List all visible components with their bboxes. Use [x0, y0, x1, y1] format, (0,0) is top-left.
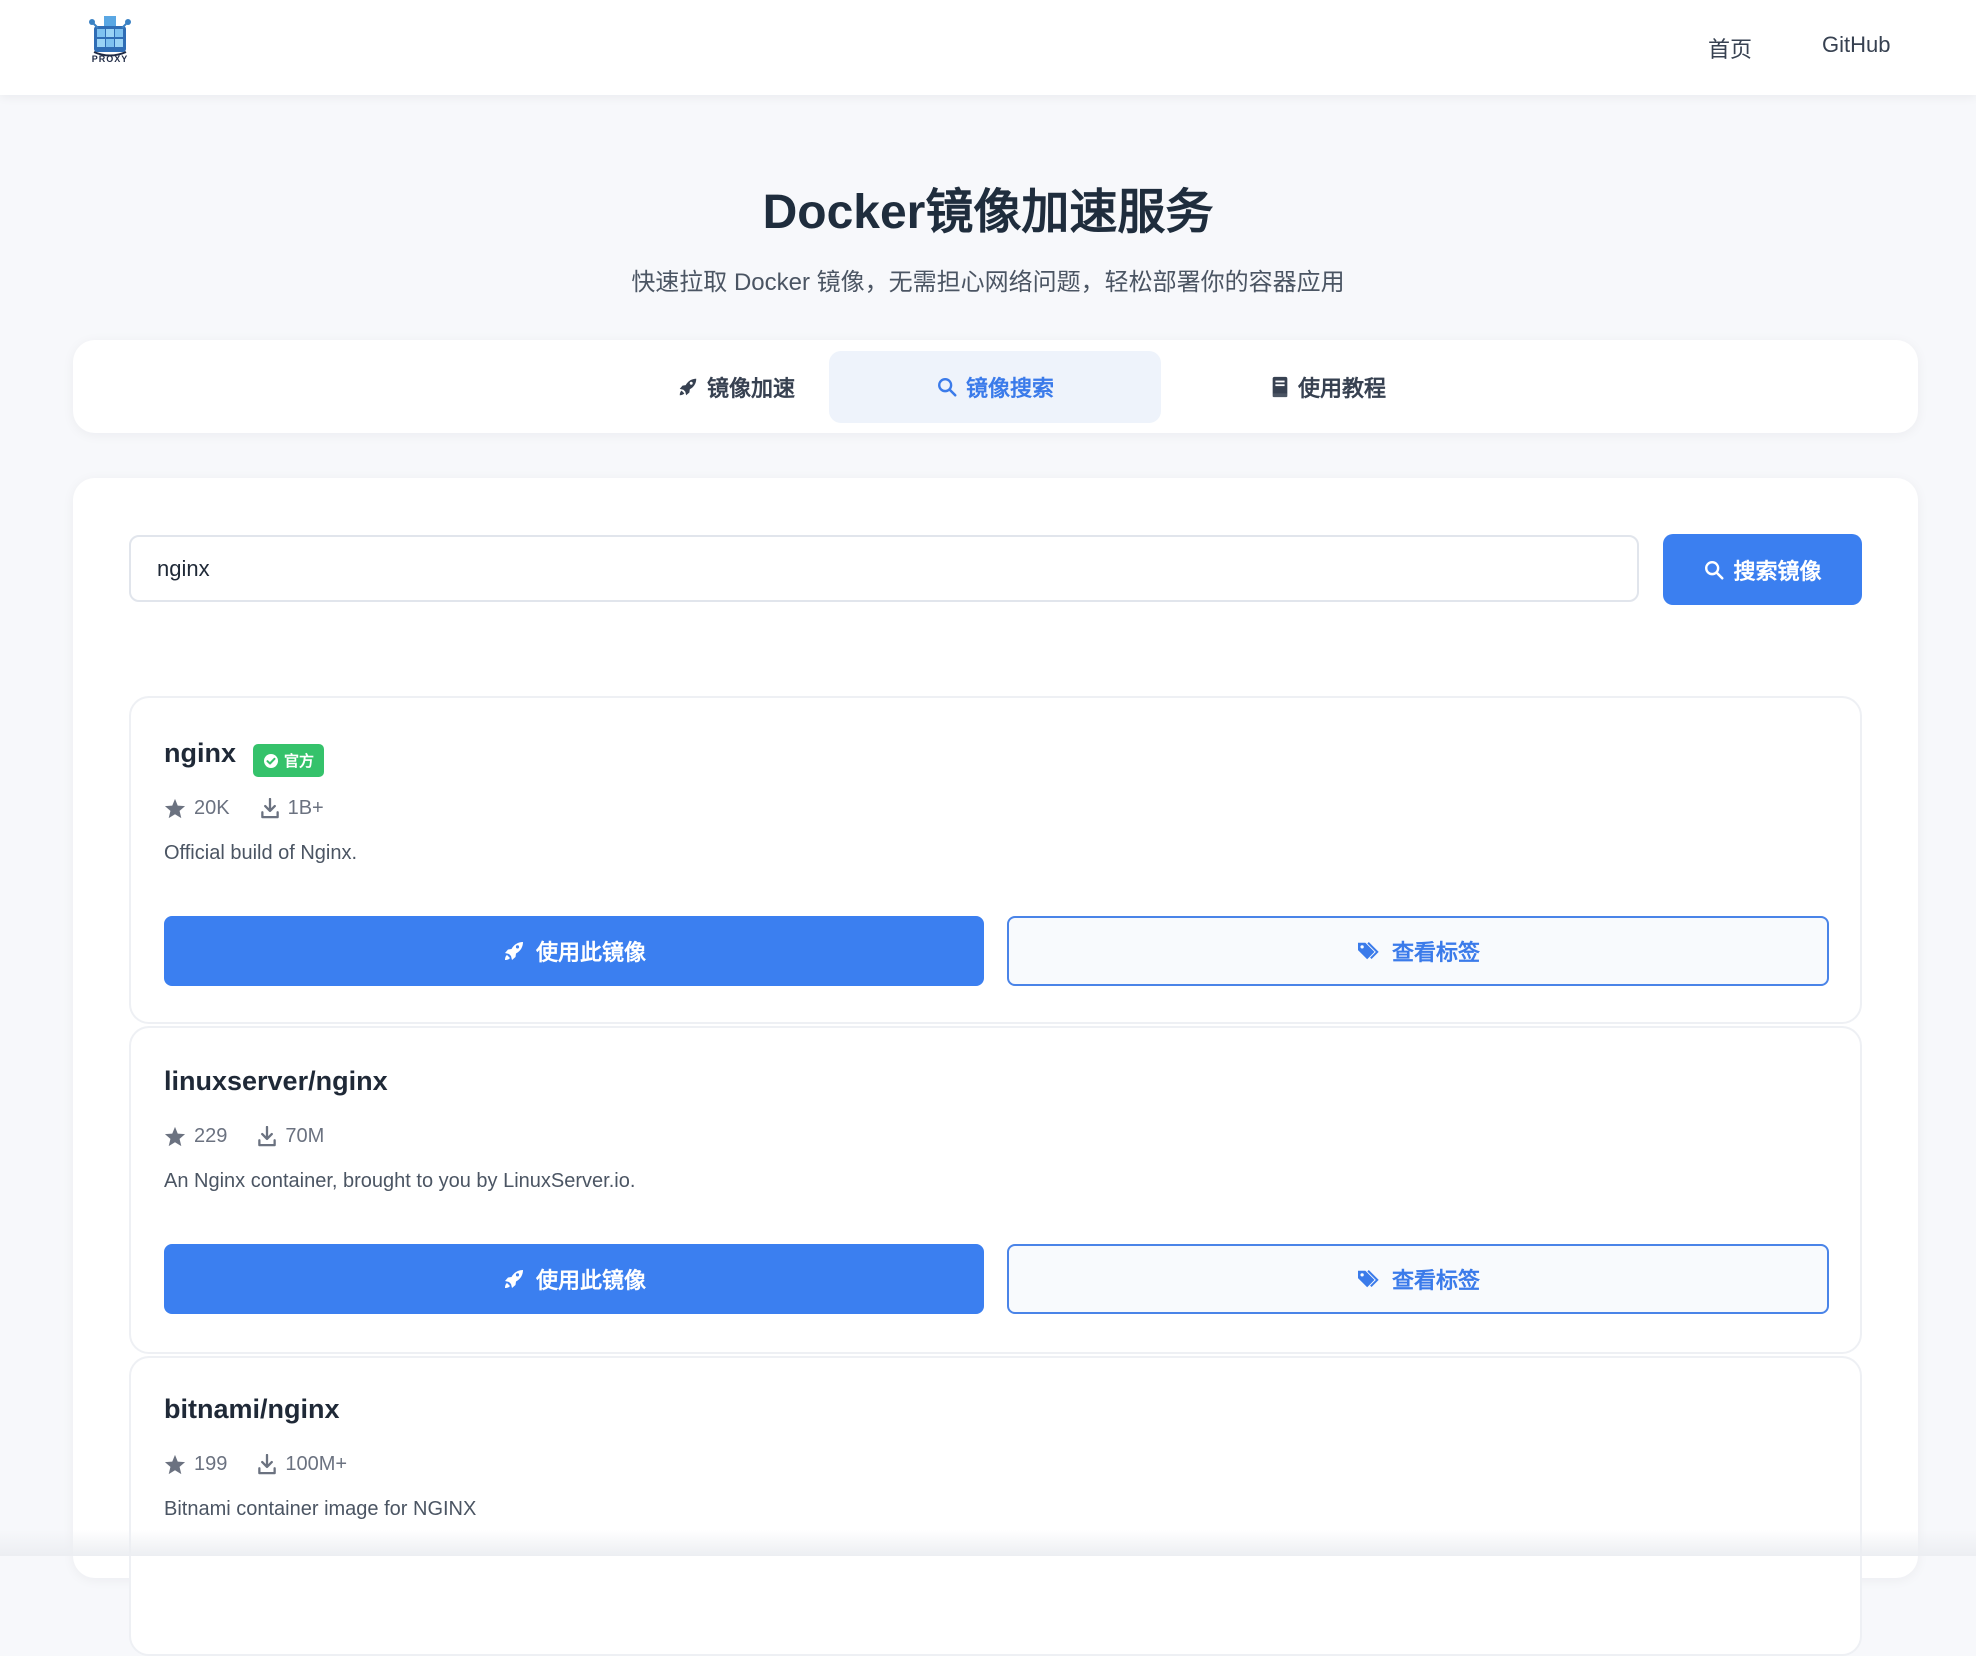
image-name[interactable]: bitnami/nginx — [164, 1394, 340, 1425]
star-icon — [164, 798, 186, 819]
image-stats: 229 70M — [164, 1125, 324, 1148]
top-navbar: PROXY 首页 GitHub — [0, 0, 1976, 95]
rocket-icon — [677, 376, 699, 398]
use-image-button[interactable]: 使用此镜像 — [164, 916, 984, 986]
search-icon — [1703, 559, 1725, 581]
image-description: An Nginx container, brought to you by Li… — [164, 1170, 636, 1192]
result-card: bitnami/nginx 199 100M+ Bitnami containe… — [129, 1356, 1862, 1656]
tab-label: 镜像加速 — [706, 376, 795, 401]
download-icon — [257, 1126, 277, 1147]
image-stats: 20K 1B+ — [164, 797, 324, 820]
tab-label: 镜像搜索 — [965, 376, 1054, 401]
logo-text: PROXY — [91, 54, 129, 64]
star-count: 20K — [194, 797, 230, 819]
view-tags-button[interactable]: 查看标签 — [1007, 916, 1829, 986]
star-count: 229 — [194, 1125, 228, 1147]
tags-icon — [1356, 940, 1382, 962]
pull-count: 1B+ — [287, 797, 324, 819]
tab-label: 使用教程 — [1297, 376, 1386, 401]
image-name[interactable]: nginx — [164, 738, 236, 769]
nav-github-link[interactable]: GitHub — [1822, 32, 1890, 58]
search-icon — [936, 376, 958, 398]
search-input[interactable] — [129, 535, 1639, 602]
tab-tutorial[interactable]: 使用教程 — [1162, 351, 1494, 423]
page-subtitle: 快速拉取 Docker 镜像，无需担心网络问题，轻松部署你的容器应用 — [631, 269, 1345, 296]
star-icon — [164, 1126, 186, 1147]
official-badge-label: 官方 — [284, 753, 315, 770]
tags-icon — [1356, 1268, 1382, 1290]
rocket-icon — [502, 939, 526, 963]
image-description: Bitnami container image for NGINX — [164, 1498, 477, 1520]
rocket-icon — [502, 1267, 526, 1291]
use-image-button[interactable]: 使用此镜像 — [164, 1244, 984, 1314]
search-panel: 搜索镜像 nginx 官方 20K 1B+ Official build of … — [73, 478, 1918, 1656]
star-icon — [164, 1454, 186, 1475]
download-icon — [257, 1454, 277, 1475]
search-button[interactable]: 搜索镜像 — [1663, 534, 1862, 605]
nav-home-link[interactable]: 首页 — [1708, 32, 1752, 64]
search-button-label: 搜索镜像 — [1733, 558, 1822, 584]
result-card: nginx 官方 20K 1B+ Official build of Nginx… — [129, 696, 1862, 1024]
pull-count: 70M — [285, 1125, 325, 1147]
pull-count: 100M+ — [285, 1453, 348, 1475]
view-tags-button[interactable]: 查看标签 — [1007, 1244, 1829, 1314]
use-image-label: 使用此镜像 — [535, 1268, 646, 1293]
image-stats: 199 100M+ — [164, 1453, 347, 1476]
image-name[interactable]: linuxserver/nginx — [164, 1066, 388, 1097]
tab-image-search[interactable]: 镜像搜索 — [829, 351, 1161, 423]
image-description: Official build of Nginx. — [164, 842, 358, 864]
tabs-bar: 镜像加速 镜像搜索 使用教程 — [73, 340, 1918, 433]
page-title: Docker镜像加速服务 — [762, 186, 1214, 239]
use-image-label: 使用此镜像 — [535, 940, 646, 965]
check-circle-icon — [263, 753, 279, 769]
view-tags-label: 查看标签 — [1391, 1268, 1480, 1293]
view-tags-label: 查看标签 — [1391, 940, 1480, 965]
download-icon — [260, 798, 280, 819]
official-badge: 官方 — [253, 744, 325, 777]
star-count: 199 — [194, 1453, 228, 1475]
book-icon — [1270, 376, 1290, 398]
result-card: linuxserver/nginx 229 70M An Nginx conta… — [129, 1026, 1862, 1354]
